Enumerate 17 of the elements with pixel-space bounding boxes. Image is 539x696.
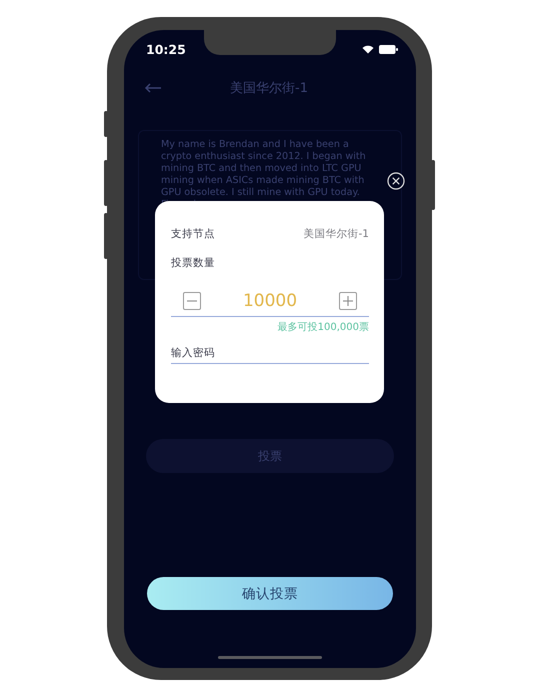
status-time: 10:25 — [146, 42, 186, 56]
quantity-value: 10000 — [242, 291, 298, 311]
wifi-icon — [362, 44, 374, 54]
field-label: 支持节点 — [171, 227, 215, 241]
battery-icon — [379, 44, 398, 54]
field-label: 投票数量 — [171, 256, 216, 270]
plus-icon — [343, 296, 353, 306]
bio-text: My name is Brendan and I have been a crypto enthusiast since 2012. I began with mining BTC and then moved into LTC GPU mining when ASICs made mining BTC with GPU obsolete. I still mine with GPU today. — [161, 139, 379, 211]
field-value: 美国华尔街-1 — [304, 227, 369, 241]
confirm-vote-button[interactable]: 确认投票 — [147, 577, 393, 610]
back-arrow-icon[interactable] — [144, 83, 162, 93]
minus-icon — [187, 300, 197, 302]
plus-button[interactable] — [339, 292, 357, 310]
max-votes-hint: 最多可投100,000票 — [278, 320, 369, 334]
close-icon[interactable] — [387, 172, 405, 190]
minus-button[interactable] — [183, 292, 201, 310]
page-title: 美国华尔街-1 — [229, 80, 309, 97]
